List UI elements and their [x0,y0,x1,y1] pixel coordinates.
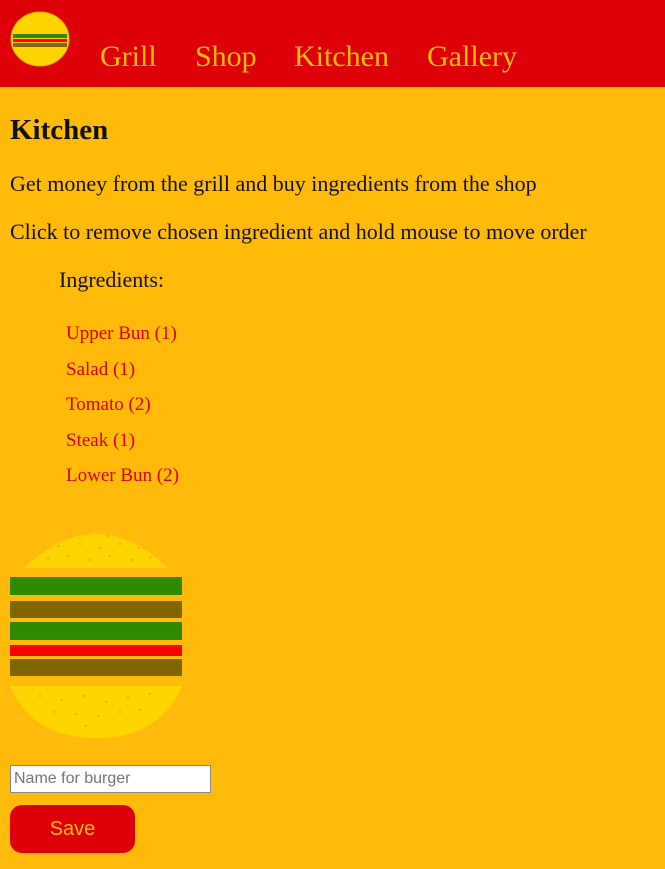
ingredient-lower-bun[interactable]: Lower Bun (2) [66,464,179,500]
burger-layer-upper-bun [24,534,168,568]
nav-link-gallery[interactable]: Gallery [427,38,517,76]
nav-link-shop[interactable]: Shop [195,38,257,76]
nav-link-kitchen[interactable]: Kitchen [294,38,389,76]
save-button[interactable]: Save [10,805,135,853]
burger-layer-tomato [10,645,182,656]
ingredient-tomato[interactable]: Tomato (2) [66,393,179,429]
burger-layer-steak [10,659,182,676]
ingredient-salad[interactable]: Salad (1) [66,358,179,394]
nav-link-grill[interactable]: Grill [100,38,157,76]
burger-name-input[interactable] [10,765,211,793]
instructions-text: Click to remove chosen ingredient and ho… [10,219,587,244]
burger-logo-icon[interactable] [10,11,70,67]
burger-layer-lower-bun [10,686,182,738]
ingredients-list: Upper Bun (1) Salad (1) Tomato (2) Steak… [66,322,179,500]
ingredients-heading: Ingredients: [59,267,165,292]
burger-layer-salad [10,622,182,640]
intro-text: Get money from the grill and buy ingredi… [10,171,537,196]
ingredient-upper-bun[interactable]: Upper Bun (1) [66,322,179,358]
page-title: Kitchen [10,114,109,146]
top-navigation-bar: Grill Shop Kitchen Gallery [0,0,665,87]
burger-layer-salad [10,577,182,595]
burger-preview[interactable] [10,516,182,738]
ingredient-steak[interactable]: Steak (1) [66,429,179,465]
burger-layer-steak [10,601,182,618]
